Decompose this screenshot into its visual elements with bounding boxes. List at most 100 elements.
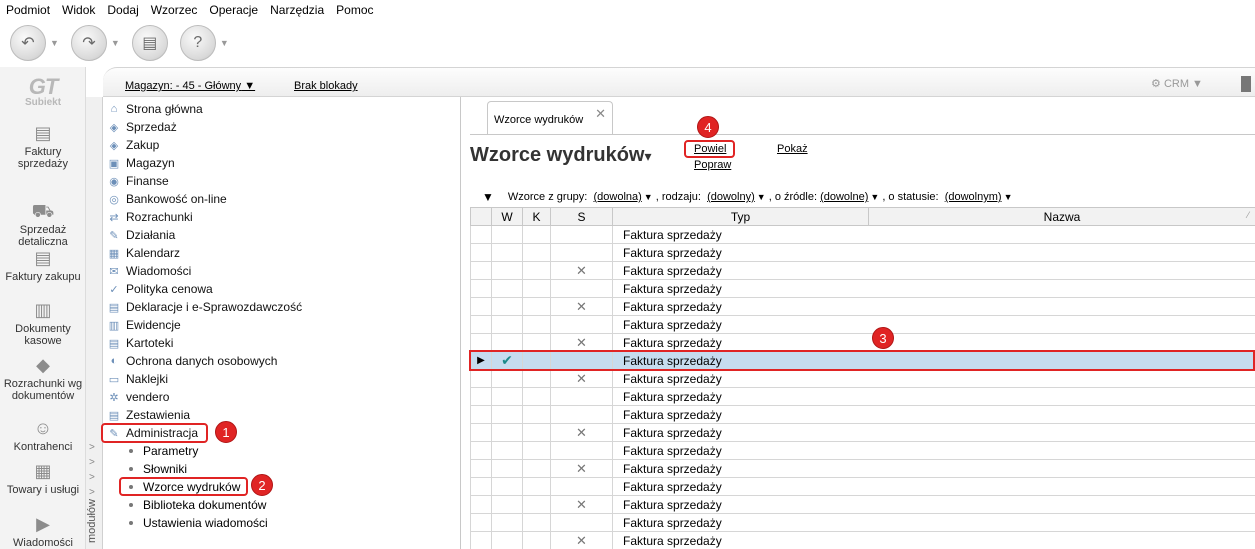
collapse-arrow-icon[interactable]: ▼ <box>482 190 494 204</box>
table-row[interactable]: Faktura sprzedażyFS tekst, PKWiU 2013 <box>470 441 1255 460</box>
table-row[interactable]: Faktura sprzedażyFS rozbicie na dostawy … <box>470 315 1255 334</box>
tree-item[interactable]: ◐ Ochrona danych osobowych <box>107 352 278 370</box>
tree-item[interactable]: ⌂ Strona główna <box>107 100 203 118</box>
row-indicator <box>470 531 492 549</box>
table-row[interactable]: Faktura sprzedażyFS tekst, PKWiU, rabat … <box>470 477 1255 496</box>
close-icon[interactable]: ✕ <box>595 106 606 122</box>
menu-wzorzec[interactable]: Wzorzec <box>151 3 198 17</box>
tree-subitem[interactable]: Ustawienia wiadomości <box>129 514 268 532</box>
tab-wzorce-wydrukow[interactable]: Wzorce wydruków ✕ <box>487 101 613 135</box>
tree-item[interactable]: ✎ Działania <box>107 226 175 244</box>
column-header-w[interactable]: W <box>491 207 523 226</box>
table-row[interactable]: ✕Faktura sprzedażyFS rozbicie na dostawy <box>470 297 1255 316</box>
column-header-indicator[interactable] <box>470 207 492 226</box>
column-header-typ[interactable]: Typ <box>612 207 869 226</box>
dropdown-arrow-icon[interactable]: ▼ <box>870 192 879 202</box>
tree-node-icon: ◎ <box>109 193 119 206</box>
tree-subitem[interactable]: Biblioteka dokumentów <box>129 496 266 514</box>
back-button[interactable]: ↶ ▼ <box>10 25 59 61</box>
popraw-link[interactable]: Popraw <box>694 159 731 171</box>
module-invoices[interactable]: ▤ Faktury sprzedaży <box>0 122 86 170</box>
help-button[interactable]: ? ▼ <box>179 25 229 61</box>
dropdown-arrow-icon[interactable]: ▼ <box>1004 192 1013 202</box>
tree-item[interactable]: ▥ Ewidencje <box>107 316 181 334</box>
chevron-right-icon[interactable]: > <box>89 487 95 498</box>
warehouse-selector[interactable]: Magazyn: - 45 - Główny ▼ <box>125 80 255 92</box>
module-cash[interactable]: ▥ Dokumenty kasowe <box>0 299 86 347</box>
column-header-nazwa[interactable]: Nazwa ⁄ <box>868 207 1255 226</box>
menu-dodaj[interactable]: Dodaj <box>107 3 138 17</box>
menu-podmiot[interactable]: Podmiot <box>6 3 50 17</box>
module-strip[interactable]: > > > > modułów <box>86 97 103 549</box>
tree-item[interactable]: ✲ vendero <box>107 388 169 406</box>
filter-kind[interactable]: (dowolny) <box>707 191 755 203</box>
column-header-s[interactable]: S <box>550 207 613 226</box>
scroll-handle[interactable] <box>1241 76 1251 92</box>
forward-button[interactable]: ↷ ▼ <box>70 25 120 61</box>
filter-status[interactable]: (dowolnym) <box>945 191 1002 203</box>
menu-pomoc[interactable]: Pomoc <box>336 3 373 17</box>
table-row[interactable]: Faktura sprzedażyFS opłaty dodatkowe 201… <box>470 243 1255 262</box>
sort-icon[interactable]: ⁄ <box>1247 210 1249 220</box>
tree-item[interactable]: ⇄ Rozrachunki <box>107 208 192 226</box>
dropdown-arrow-icon[interactable]: ▼ <box>757 192 766 202</box>
module-purchase[interactable]: ▤ Faktury zakupu <box>0 247 86 283</box>
tree-node-icon: ◈ <box>109 121 119 134</box>
table-row[interactable]: ✕Faktura sprzedażyFS standard <box>470 333 1255 352</box>
tree-item[interactable]: ▤ Zestawienia <box>107 406 190 424</box>
menu-operacje[interactable]: Operacje <box>209 3 258 17</box>
table-row[interactable]: Faktura sprzedażyFS tekst, odwrotne obci… <box>470 405 1255 424</box>
dropdown-arrow-icon[interactable]: ▼ <box>111 38 120 48</box>
tree-item[interactable]: ▣ Magazyn <box>107 154 175 172</box>
chevron-down-icon[interactable]: ▾ <box>644 148 651 164</box>
table-row[interactable]: ✕Faktura sprzedażyFS tekst, rabat <box>470 531 1255 549</box>
tree-item[interactable]: ✉ Wiadomości <box>107 262 191 280</box>
chevron-right-icon[interactable]: > <box>89 472 95 483</box>
table-row[interactable]: ✕Faktura sprzedażyFS tekst, przedpłaty <box>470 495 1255 514</box>
table-row[interactable]: Faktura sprzedażyFS przedpłaty 2013 <box>470 279 1255 298</box>
tree-item[interactable]: ✓ Polityka cenowa <box>107 280 212 298</box>
table-row[interactable]: Faktura sprzedażyFS odwrotne obciążenie … <box>470 225 1255 244</box>
tree-item[interactable]: ◎ Bankowość on-line <box>107 190 227 208</box>
module-label: Faktury zakupu <box>5 271 81 283</box>
tree-item[interactable]: ◉ Finanse <box>107 172 169 190</box>
chevron-right-icon[interactable]: > <box>89 442 95 453</box>
menu-widok[interactable]: Widok <box>62 3 95 17</box>
tree-item[interactable]: ▭ Naklejki <box>107 370 168 388</box>
menu-narz-dzia[interactable]: Narzędzia <box>270 3 324 17</box>
tree-subitem[interactable]: Parametry <box>129 442 198 460</box>
tree-item[interactable]: ◈ Zakup <box>107 136 160 154</box>
table-row[interactable]: ✕Faktura sprzedażyFS tekst, PKWiU, rabat <box>470 459 1255 478</box>
tree-item[interactable]: ▤ Kartoteki <box>107 334 174 352</box>
row-indicator <box>470 477 492 496</box>
table-row[interactable]: ✕Faktura sprzedażyFS przedpłaty <box>470 261 1255 280</box>
crm-button[interactable]: ⚙ CRM ▼ <box>1151 77 1203 90</box>
chevron-right-icon[interactable]: > <box>89 457 95 468</box>
tree-item[interactable]: ◈ Sprzedaż <box>107 118 177 136</box>
table-row[interactable]: ✕Faktura sprzedażyFS tekst, PKWiU <box>470 423 1255 442</box>
dropdown-arrow-icon[interactable]: ▼ <box>50 38 59 48</box>
dropdown-arrow-icon[interactable]: ▼ <box>220 38 229 48</box>
column-header-k[interactable]: K <box>522 207 551 226</box>
cell-typ: Faktura sprzedaży <box>612 459 1255 478</box>
module-contractors[interactable]: ☺ Kontrahenci <box>0 417 86 453</box>
module-settlements[interactable]: ◆ Rozrachunki wg dokumentów <box>0 354 86 402</box>
cell-typ: Faktura sprzedaży <box>612 513 1255 532</box>
filter-group[interactable]: (dowolna) <box>593 191 641 203</box>
tree-item[interactable]: ▦ Kalendarz <box>107 244 180 262</box>
table-row[interactable]: Faktura sprzedażyFS tekst 2013 <box>470 387 1255 406</box>
table-row[interactable]: ✕Faktura sprzedażyFS tekst <box>470 369 1255 388</box>
table-row[interactable]: Faktura sprzedażyFS tekst, przedpłaty 20… <box>470 513 1255 532</box>
lock-status-link[interactable]: Brak blokady <box>294 80 358 92</box>
module-messages[interactable]: ▶ Wiadomości odebrane <box>0 513 86 549</box>
tree-subitem[interactable]: Słowniki <box>129 460 187 478</box>
filter-source[interactable]: (dowolne) <box>820 191 868 203</box>
documents-button[interactable]: ▤ <box>131 25 168 61</box>
dropdown-arrow-icon[interactable]: ▼ <box>644 192 653 202</box>
tree-node-icon: ⇄ <box>109 211 119 224</box>
module-goods[interactable]: ▦ Towary i usługi <box>0 460 86 496</box>
tree-item[interactable]: ▤ Deklaracje i e-Sprawozdawczość <box>107 298 302 316</box>
module-retail[interactable]: ⛟ Sprzedaż detaliczna <box>0 200 86 248</box>
pokaz-link[interactable]: Pokaż <box>777 143 808 155</box>
page-title[interactable]: Wzorce wydruków▾ <box>470 144 652 167</box>
